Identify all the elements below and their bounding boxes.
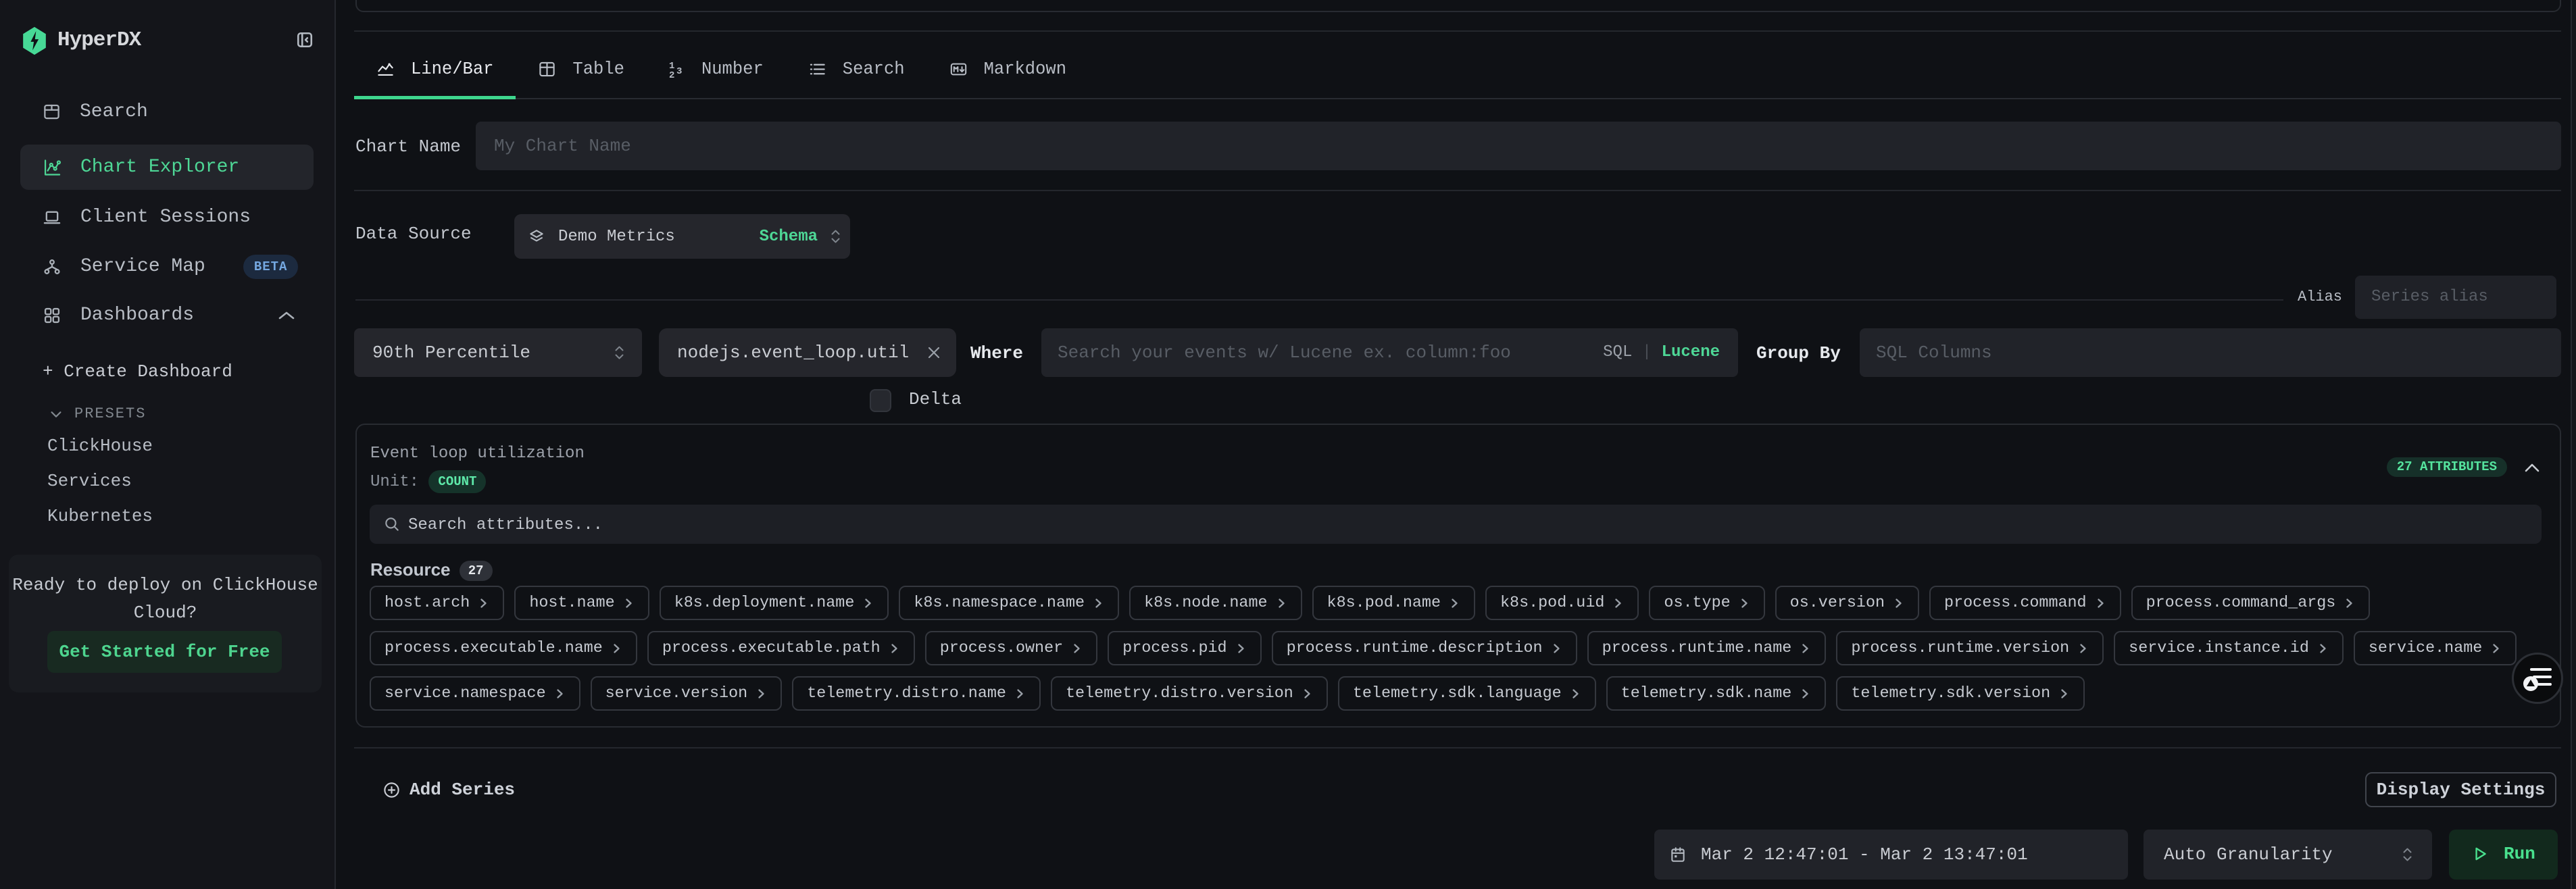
svg-text:2: 2 — [669, 70, 674, 79]
svg-text:3: 3 — [676, 66, 682, 77]
